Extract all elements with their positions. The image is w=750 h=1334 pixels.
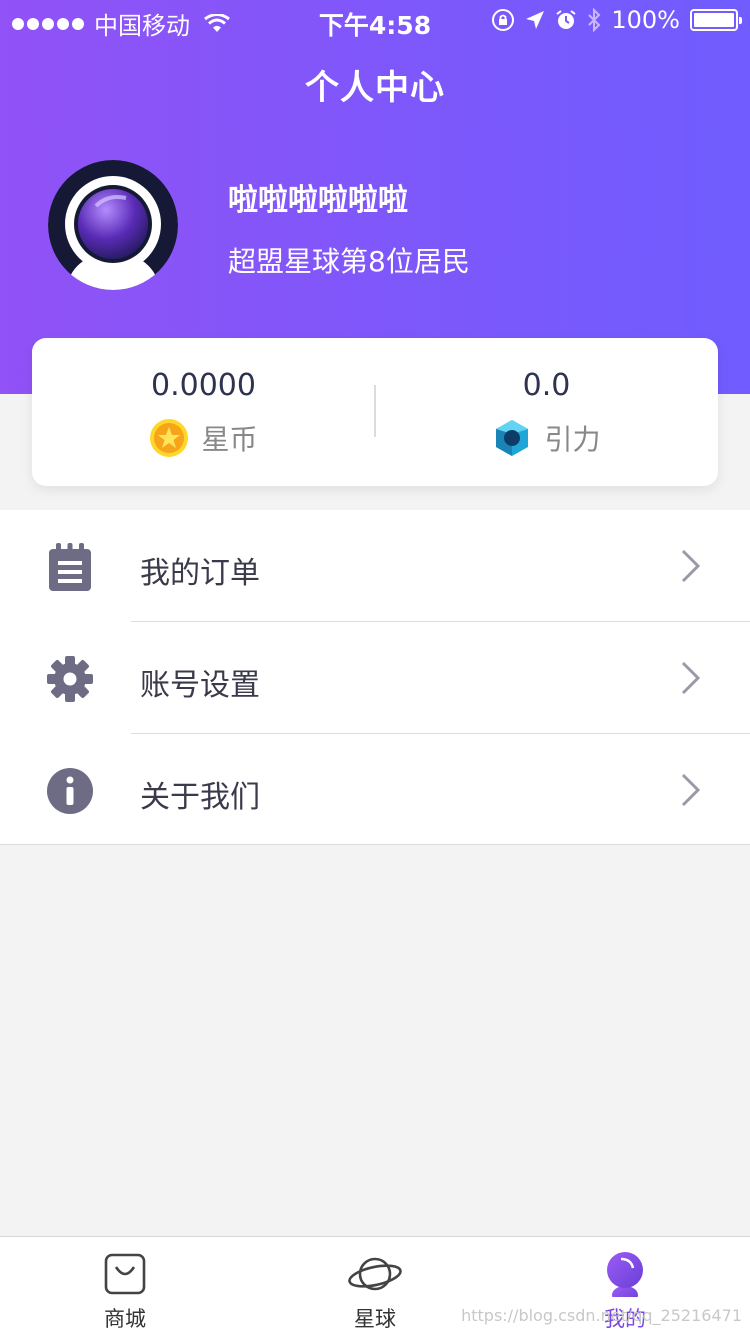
gear-icon <box>47 656 93 702</box>
rotation-lock-icon <box>492 9 515 31</box>
star-coin-icon <box>150 419 189 457</box>
menu-item-account-settings[interactable]: 账号设置 <box>0 622 750 734</box>
battery-icon <box>690 9 742 31</box>
tab-label: 商城 <box>104 1307 146 1331</box>
location-arrow-icon <box>526 11 545 29</box>
chevron-right-icon <box>681 661 701 695</box>
gravity-label: 引力 <box>544 423 601 456</box>
clipboard-icon <box>49 543 91 591</box>
watermark: https://blog.csdn.net/qq_25216471 <box>461 1306 742 1325</box>
profile-name: 啦啦啦啦啦啦 <box>228 183 408 218</box>
menu-list: 我的订单 账号设置 关于我们 <box>0 510 750 845</box>
status-bar: 中国移动 下午4:58 100% <box>0 0 750 40</box>
star-coin-value: 0.0000 <box>151 368 256 403</box>
planet-icon <box>348 1257 402 1291</box>
menu-item-label: 我的订单 <box>140 556 260 591</box>
tab-mall[interactable]: 商城 <box>0 1237 250 1334</box>
battery-percentage: 100% <box>611 6 680 34</box>
menu-item-label: 账号设置 <box>140 668 260 703</box>
star-coin-stat[interactable]: 0.0000 星币 <box>32 338 375 486</box>
diamond-icon <box>496 420 529 456</box>
gravity-value: 0.0 <box>522 368 571 403</box>
profile-subtitle: 超盟星球第8位居民 <box>228 245 470 278</box>
menu-item-orders[interactable]: 我的订单 <box>0 510 750 622</box>
info-icon <box>47 768 93 814</box>
page-title: 个人中心 <box>305 68 445 108</box>
shopping-bag-icon <box>104 1253 146 1295</box>
chevron-right-icon <box>681 549 701 583</box>
star-coin-label: 星币 <box>201 423 258 456</box>
chevron-right-icon <box>681 773 701 807</box>
menu-item-label: 关于我们 <box>140 780 260 815</box>
menu-item-about-us[interactable]: 关于我们 <box>0 734 750 846</box>
bluetooth-icon <box>588 8 601 32</box>
gravity-stat[interactable]: 0.0 引力 <box>375 338 718 486</box>
alarm-icon <box>556 10 576 29</box>
avatar[interactable] <box>48 160 178 290</box>
stats-card: 0.0000 星币 0.0 引力 <box>32 338 718 486</box>
astronaut-icon <box>607 1252 643 1297</box>
